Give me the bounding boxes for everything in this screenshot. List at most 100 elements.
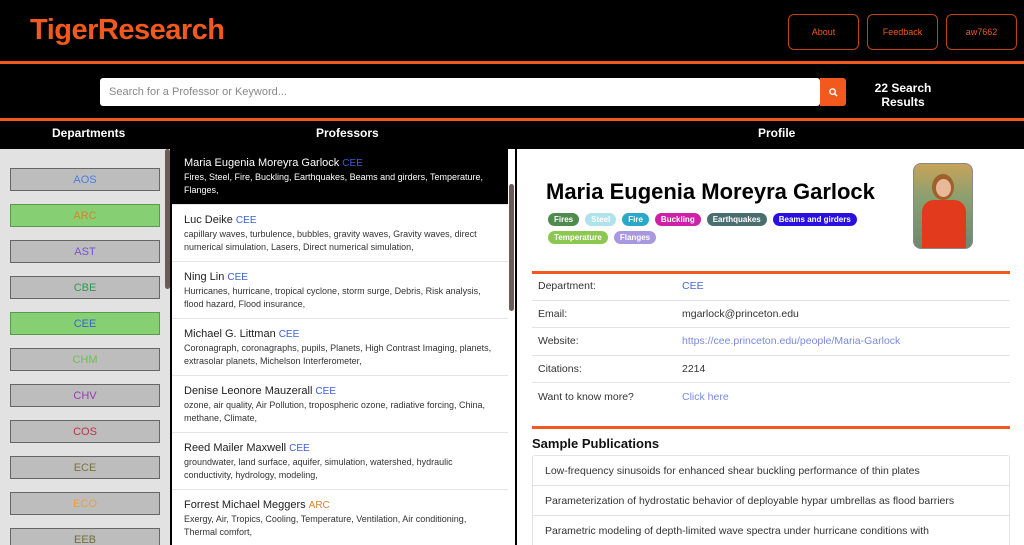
keyword-tags: Fires Steel Fire Buckling Earthquakes Beams a… <box>548 213 898 244</box>
professor-keywords: Fires, Steel, Fire, Buckling, Earthquake… <box>184 172 483 195</box>
website-row: Website: https://cee.princeton.edu/people… <box>532 328 1010 356</box>
department-button-cbe[interactable]: CBE <box>10 276 160 299</box>
publications-heading: Sample Publications <box>532 436 660 451</box>
professor-keywords: ozone, air quality, Air Pollution, tropo… <box>184 400 485 423</box>
more-label: Want to know more? <box>538 390 634 403</box>
profile-info-table: Department: CEE Email: mgarlock@princeton.… <box>532 273 1010 411</box>
citations-value: 2214 <box>682 362 706 375</box>
professor-name: Denise Leonore Mauzerall <box>184 385 313 397</box>
profile-panel: Maria Eugenia Moreyra Garlock Fires Steel… <box>517 149 1024 545</box>
profile-photo <box>913 163 973 249</box>
email-value: mgarlock@princeton.edu <box>682 307 799 320</box>
professor-name-line: Ning Lin CEE <box>184 271 496 283</box>
search-results-count: 22 Search Results <box>866 81 940 109</box>
professor-name: Reed Mailer Maxwell <box>184 442 287 454</box>
publications-list: Low-frequency sinusoids for enhanced she… <box>532 455 1010 545</box>
departments-scrollbar[interactable] <box>165 149 170 289</box>
citations-row: Citations: 2214 <box>532 356 1010 383</box>
professor-keywords: capillary waves, turbulence, bubbles, gr… <box>184 229 477 252</box>
keyword-tag[interactable]: Temperature <box>548 231 608 244</box>
keyword-tag[interactable]: Flanges <box>613 231 657 244</box>
professor-name-line: Reed Mailer Maxwell CEE <box>184 442 496 454</box>
department-button-aos[interactable]: AOS <box>10 168 160 191</box>
publication-item[interactable]: Parametric modeling of depth-limited wav… <box>533 516 1009 545</box>
logo[interactable]: TigerResearch <box>30 14 225 47</box>
department-button-eco[interactable]: ECO <box>10 492 160 515</box>
departments-heading: Departments <box>52 126 126 140</box>
website-link[interactable]: https://cee.princeton.edu/people/Maria-G… <box>682 335 900 347</box>
profile-heading: Profile <box>758 126 796 140</box>
professor-list-item[interactable]: Reed Mailer Maxwell CEE groundwater, land … <box>172 434 508 490</box>
professor-name: Michael G. Littman <box>184 328 276 340</box>
keyword-tag[interactable]: Beams and girders <box>772 213 857 226</box>
keyword-tag[interactable]: Fires <box>548 213 580 226</box>
professor-name-line: Michael G. Littman CEE <box>184 328 496 340</box>
department-button-eeb[interactable]: EEB <box>10 528 160 545</box>
top-bar: TigerResearch About Feedback aw7662 <box>0 0 1024 62</box>
keyword-tag[interactable]: Fire <box>622 213 649 226</box>
professor-name: Ning Lin <box>184 271 225 283</box>
professor-department: CEE <box>278 329 300 340</box>
professor-name-line: Maria Eugenia Moreyra Garlock CEE <box>184 157 496 169</box>
keyword-tag[interactable]: Steel <box>585 213 617 226</box>
publication-item[interactable]: Parameterization of hydrostatic behavior… <box>533 486 1009 516</box>
publication-item[interactable]: Low-frequency sinusoids for enhanced she… <box>533 456 1009 486</box>
professor-list-item[interactable]: Michael G. Littman CEE Coronagraph, corona… <box>172 320 508 376</box>
email-label: Email: <box>538 307 568 320</box>
feedback-button[interactable]: Feedback <box>867 14 938 50</box>
professor-list-item[interactable]: Denise Leonore Mauzerall CEE ozone, air qu… <box>172 377 508 433</box>
department-button-cee[interactable]: CEE <box>10 312 160 335</box>
results-count-text: 22 Search <box>874 81 932 95</box>
professor-keywords: Coronagraph, coronagraphs, pupils, Plane… <box>184 343 492 366</box>
email-row: Email: mgarlock@princeton.edu <box>532 301 1010 328</box>
professors-scrollbar[interactable] <box>509 184 514 311</box>
professor-name: Maria Eugenia Moreyra Garlock <box>184 157 340 169</box>
professor-list-item[interactable]: Forrest Michael Meggers ARC Exergy, Air, T… <box>172 491 508 545</box>
professor-department: CEE <box>235 215 257 226</box>
professor-keywords: Hurricanes, hurricane, tropical cyclone,… <box>184 286 481 309</box>
professor-name-line: Forrest Michael Meggers ARC <box>184 499 496 511</box>
more-row: Want to know more? Click here <box>532 383 1010 411</box>
professor-name-line: Luc Deike CEE <box>184 214 496 226</box>
departments-list: AOS ARC AST CBE CEE CHM CHV COS ECE ECO EEB <box>0 149 170 545</box>
search-input[interactable] <box>100 78 820 106</box>
department-button-cos[interactable]: COS <box>10 420 160 443</box>
professors-list: Maria Eugenia Moreyra Garlock CEE Fires, S… <box>172 149 515 545</box>
department-button-chv[interactable]: CHV <box>10 384 160 407</box>
divider <box>0 61 1024 64</box>
professor-name-line: Denise Leonore Mauzerall CEE <box>184 385 496 397</box>
professor-department: CEE <box>315 386 336 397</box>
professor-department: ARC <box>308 500 330 511</box>
divider <box>0 118 1024 121</box>
department-button-arc[interactable]: ARC <box>10 204 160 227</box>
professor-department: CEE <box>342 158 363 169</box>
department-button-ast[interactable]: AST <box>10 240 160 263</box>
results-label-text: Results <box>881 95 925 109</box>
professor-list-item[interactable]: Luc Deike CEE capillary waves, turbulence,… <box>172 206 508 262</box>
professor-department: CEE <box>289 443 310 454</box>
department-row: Department: CEE <box>532 273 1010 301</box>
about-button[interactable]: About <box>788 14 859 50</box>
user-button[interactable]: aw7662 <box>946 14 1017 50</box>
search-icon <box>828 87 838 97</box>
search-button[interactable] <box>820 78 846 106</box>
click-here-link[interactable]: Click here <box>682 391 729 403</box>
divider <box>532 426 1010 429</box>
professor-department: CEE <box>227 272 248 283</box>
professors-heading: Professors <box>316 126 379 140</box>
department-label: Department: <box>538 280 596 293</box>
department-button-chm[interactable]: CHM <box>10 348 160 371</box>
professor-keywords: groundwater, land surface, aquifer, simu… <box>184 457 453 480</box>
keyword-tag[interactable]: Earthquakes <box>706 213 767 226</box>
professor-list-item[interactable]: Maria Eugenia Moreyra Garlock CEE Fires, S… <box>172 149 508 205</box>
keyword-tag[interactable]: Buckling <box>654 213 701 226</box>
professor-keywords: Exergy, Air, Tropics, Cooling, Temperatu… <box>184 514 467 537</box>
citations-label: Citations: <box>538 362 582 375</box>
department-button-ece[interactable]: ECE <box>10 456 160 479</box>
professor-name: Luc Deike <box>184 214 233 226</box>
department-link[interactable]: CEE <box>682 280 704 292</box>
profile-name: Maria Eugenia Moreyra Garlock <box>546 179 875 204</box>
website-label: Website: <box>538 335 579 348</box>
professor-name: Forrest Michael Meggers <box>184 499 306 511</box>
professor-list-item[interactable]: Ning Lin CEE Hurricanes, hurricane, tropic… <box>172 263 508 319</box>
